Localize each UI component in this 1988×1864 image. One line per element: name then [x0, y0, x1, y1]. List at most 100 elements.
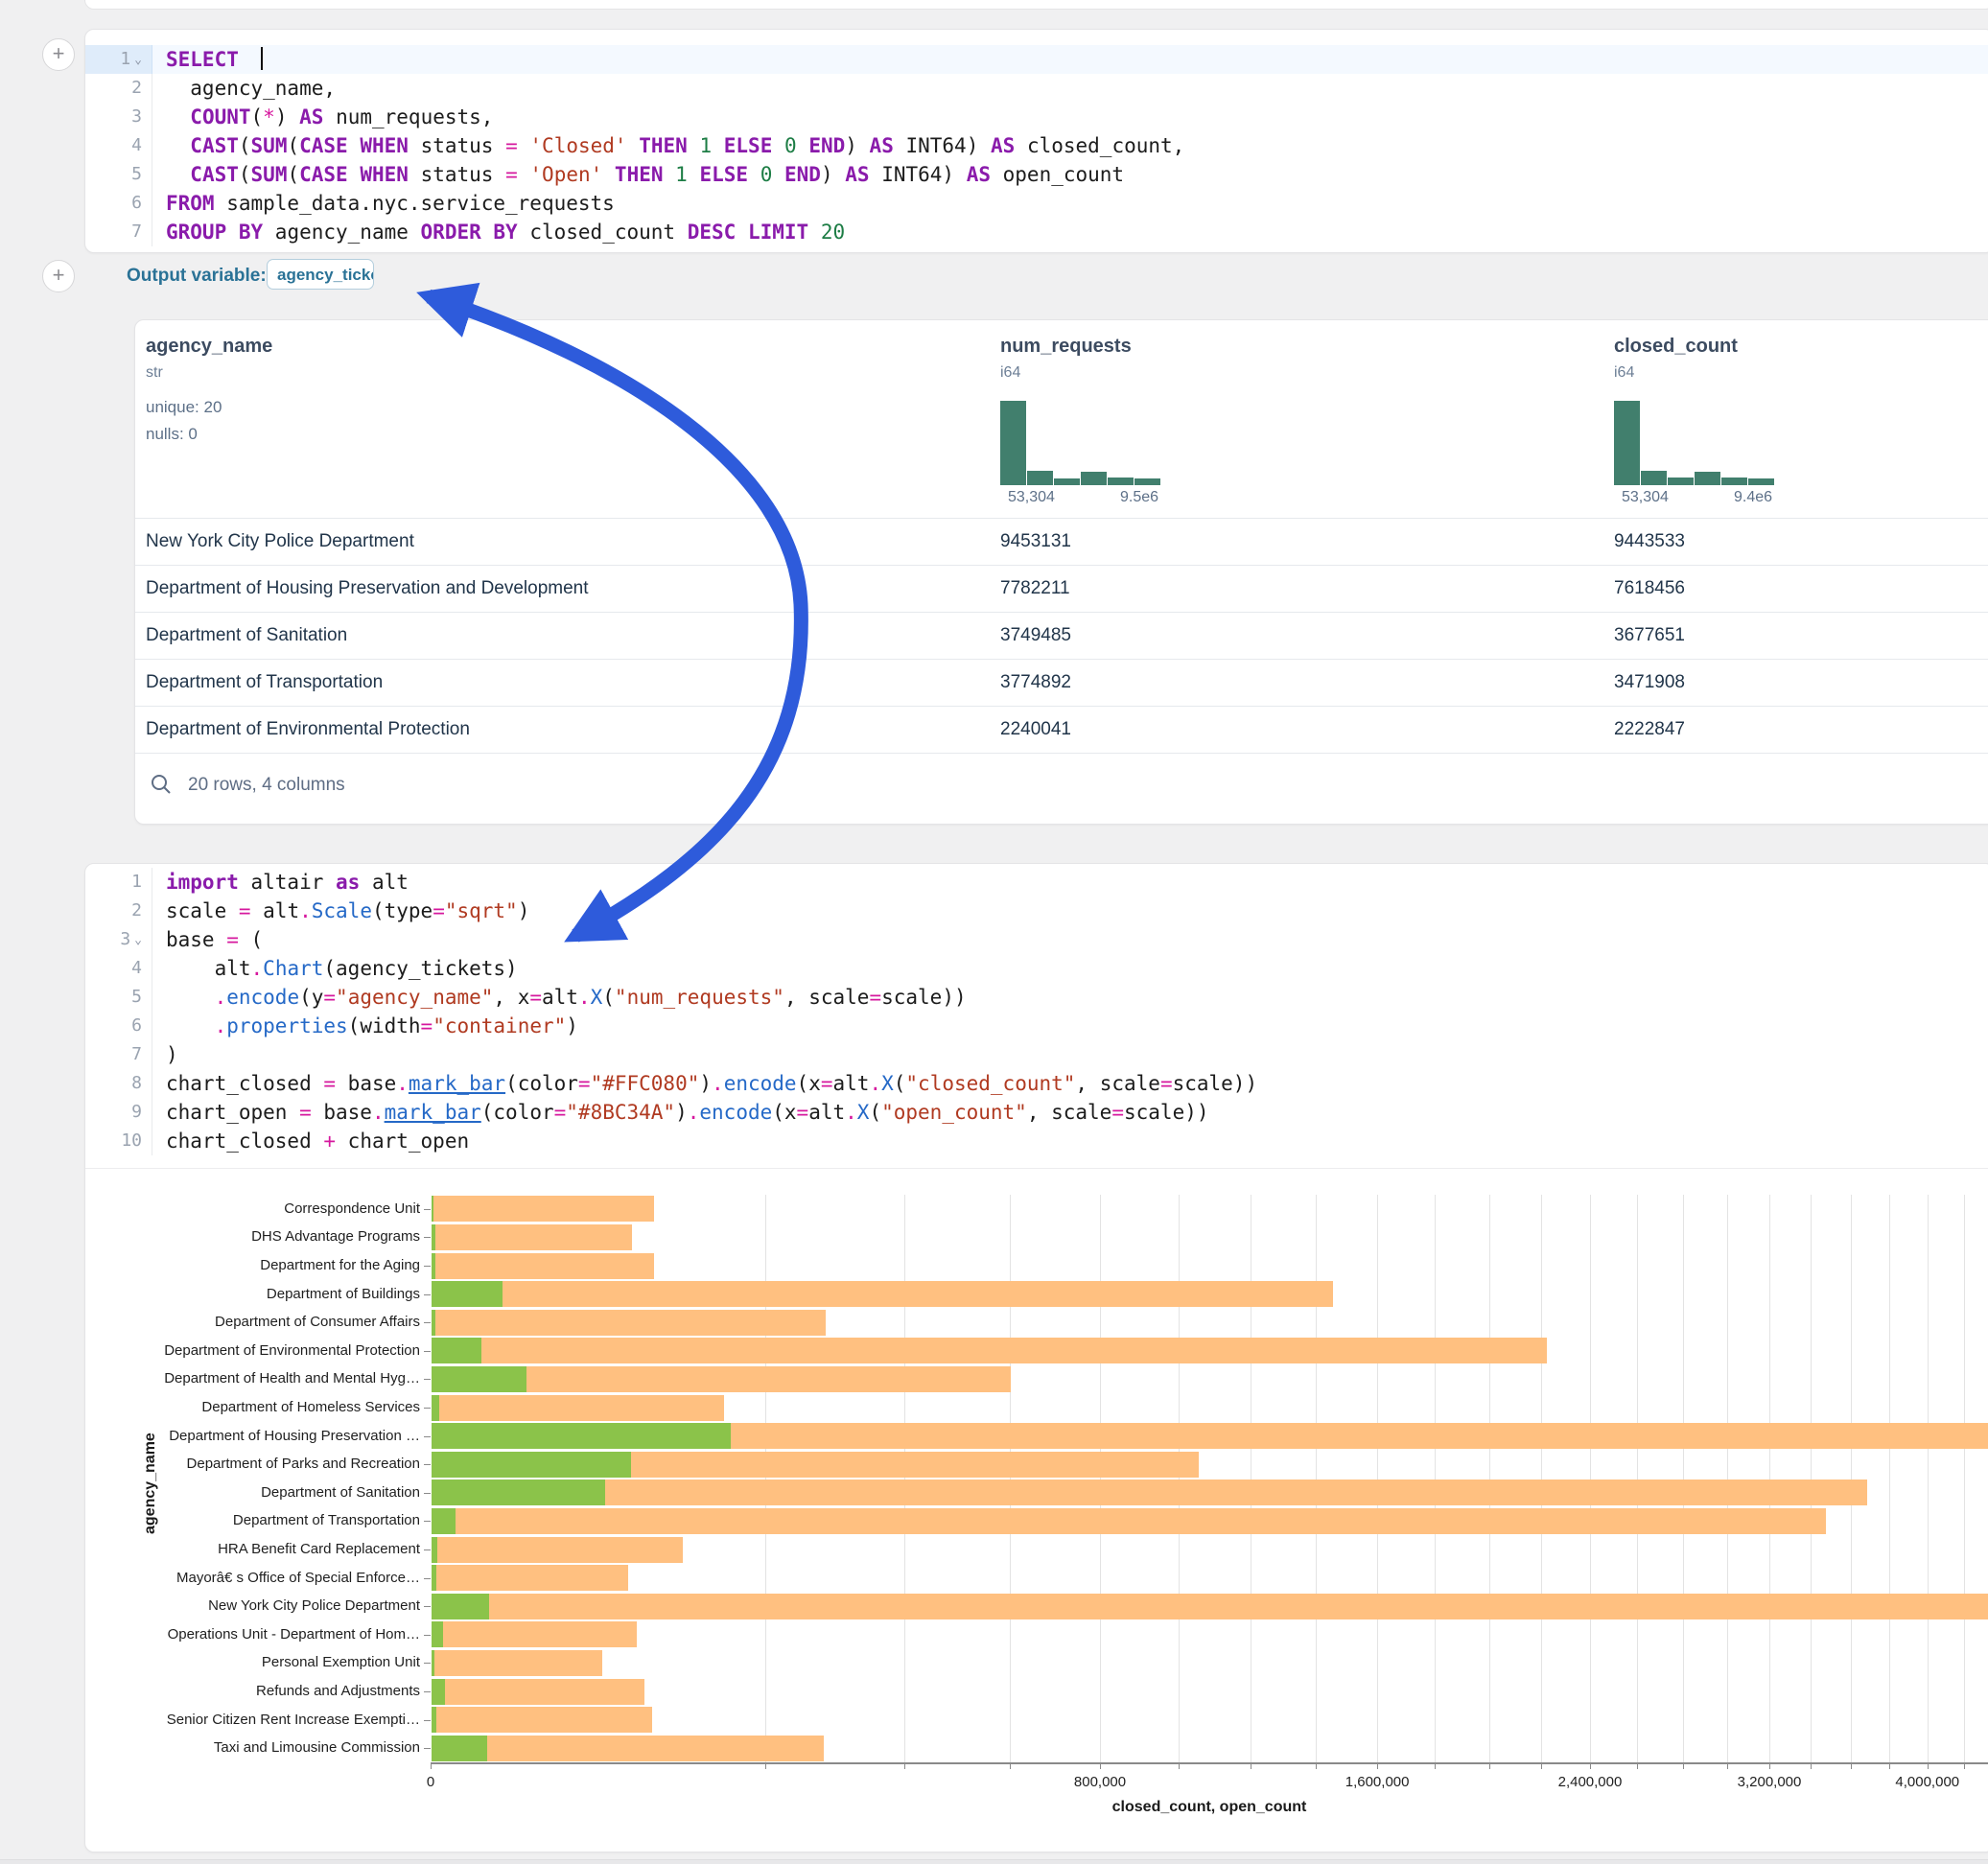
code-line[interactable]: 10chart_closed + chart_open [85, 1127, 1988, 1155]
code-token: alt [251, 899, 300, 922]
fold-chevron-icon[interactable]: ⌄ [134, 54, 142, 66]
chart-gridline [1683, 1195, 1684, 1762]
code-token: ( [239, 163, 251, 186]
table-cell: 2240041 [1000, 706, 1071, 753]
code-token: sample_data.nyc.service_requests [215, 192, 615, 215]
code-line[interactable]: 3 COUNT(*) AS num_requests, [85, 103, 1988, 131]
sql-code-editor[interactable]: 1⌄SELECT 2 agency_name,3 COUNT(*) AS num… [85, 45, 1988, 246]
line-number-text: 7 [131, 218, 142, 246]
code-token: "sqrt" [445, 899, 518, 922]
code-token: scale)) [1173, 1072, 1258, 1095]
python-code-editor[interactable]: 1import altair as alt2scale = alt.Scale(… [85, 868, 1988, 1155]
column-type: str [146, 364, 163, 382]
code-token: alt [360, 871, 409, 894]
code-token: "closed_count" [905, 1072, 1075, 1095]
code-line[interactable]: 7GROUP BY agency_name ORDER BY closed_co… [85, 218, 1988, 246]
code-token: = [433, 899, 445, 922]
code-token: "container" [433, 1014, 566, 1037]
text-cursor [261, 47, 263, 70]
line-number: 7 [85, 1040, 152, 1069]
code-token: . [215, 1014, 227, 1037]
table-cell: Department of Sanitation [146, 612, 347, 659]
code-text: SELECT [152, 45, 263, 74]
code-text: alt.Chart(agency_tickets) [152, 954, 518, 983]
code-token: encode [699, 1101, 772, 1124]
code-token: status [409, 163, 505, 186]
code-token [688, 163, 700, 186]
code-line[interactable]: 9chart_open = base.mark_bar(color="#8BC3… [85, 1098, 1988, 1127]
code-output-divider [85, 1168, 1988, 1169]
code-token: DESC [688, 221, 737, 244]
line-number: 2 [85, 74, 152, 103]
closed-count-bar [432, 1395, 724, 1421]
search-icon[interactable] [150, 773, 173, 796]
line-number-text: 6 [131, 189, 142, 218]
code-token: . [396, 1072, 409, 1095]
code-token: SELECT [166, 48, 239, 71]
histogram-bar [1108, 478, 1134, 485]
code-line[interactable]: 8chart_closed = base.mark_bar(color="#FF… [85, 1069, 1988, 1098]
code-line[interactable]: 2scale = alt.Scale(type="sqrt") [85, 897, 1988, 925]
column-header[interactable]: closed_count [1614, 336, 1738, 358]
code-line[interactable]: 5 CAST(SUM(CASE WHEN status = 'Open' THE… [85, 160, 1988, 189]
line-number-text: 2 [131, 74, 142, 103]
code-text: ) [152, 1040, 178, 1069]
line-number-text: 1 [131, 868, 142, 897]
code-line[interactable]: 7) [85, 1040, 1988, 1069]
line-number: 5 [85, 983, 152, 1012]
code-token: import [166, 871, 239, 894]
code-line[interactable]: 6 .properties(width="container") [85, 1012, 1988, 1040]
code-line[interactable]: 6FROM sample_data.nyc.service_requests [85, 189, 1988, 218]
code-line[interactable]: 2 agency_name, [85, 74, 1988, 103]
code-text: chart_closed + chart_open [152, 1127, 469, 1155]
code-token: ( [239, 134, 251, 157]
y-axis-tick [424, 1493, 431, 1494]
code-token: AS [967, 163, 991, 186]
code-token: base [312, 1101, 372, 1124]
table-cell: New York City Police Department [146, 518, 414, 565]
open-count-bar [432, 1224, 435, 1250]
code-token: CAST [190, 163, 239, 186]
x-axis-tick-label: 3,200,000 [1738, 1774, 1802, 1790]
y-axis-category-label: DHS Advantage Programs [144, 1229, 420, 1244]
output-variable-input[interactable]: agency_tickets [267, 259, 374, 290]
histogram-min-label: 53,304 [1622, 489, 1669, 506]
code-token [348, 134, 361, 157]
code-line[interactable]: 1import altair as alt [85, 868, 1988, 897]
code-line[interactable]: 5 .encode(y="agency_name", x=alt.X("num_… [85, 983, 1988, 1012]
chart-gridline [1811, 1195, 1812, 1762]
line-number-text: 3 [131, 103, 142, 131]
code-line[interactable]: 1⌄SELECT [85, 45, 1988, 74]
code-token: , scale [1075, 1072, 1160, 1095]
column-histogram [1000, 401, 1160, 485]
code-line[interactable]: 3⌄base = ( [85, 925, 1988, 954]
column-histogram [1614, 401, 1774, 485]
y-axis-category-label: New York City Police Department [144, 1598, 420, 1613]
open-count-bar [432, 1537, 437, 1563]
table-row-count: 20 rows, 4 columns [188, 775, 345, 796]
code-token [712, 134, 724, 157]
code-token: ) [699, 1072, 712, 1095]
notebook-page: + 1 ⌄ SELECT 2 agency_name,3 COUNT(*) AS n… [0, 0, 1988, 1864]
code-token: base [166, 928, 226, 951]
code-token: chart_closed [166, 1072, 323, 1095]
add-cell-button-top[interactable]: + [42, 38, 75, 71]
code-token [797, 134, 809, 157]
code-token: AS [845, 163, 869, 186]
code-token: encode [226, 986, 299, 1009]
open-count-bar [432, 1310, 435, 1336]
code-token: "#FFC080" [591, 1072, 700, 1095]
column-header[interactable]: agency_name [146, 336, 272, 358]
code-token: . [299, 899, 312, 922]
chart-gridline [904, 1195, 905, 1762]
code-line[interactable]: 4 alt.Chart(agency_tickets) [85, 954, 1988, 983]
code-token: WHEN [360, 134, 409, 157]
code-token: as [336, 871, 360, 894]
code-token [627, 134, 640, 157]
code-token: chart_closed [166, 1130, 323, 1153]
code-line[interactable]: 4 CAST(SUM(CASE WHEN status = 'Closed' T… [85, 131, 1988, 160]
add-cell-button-middle[interactable]: + [42, 260, 75, 292]
fold-chevron-icon[interactable]: ⌄ [134, 934, 142, 946]
code-token: SUM [251, 134, 288, 157]
column-header[interactable]: num_requests [1000, 336, 1132, 358]
